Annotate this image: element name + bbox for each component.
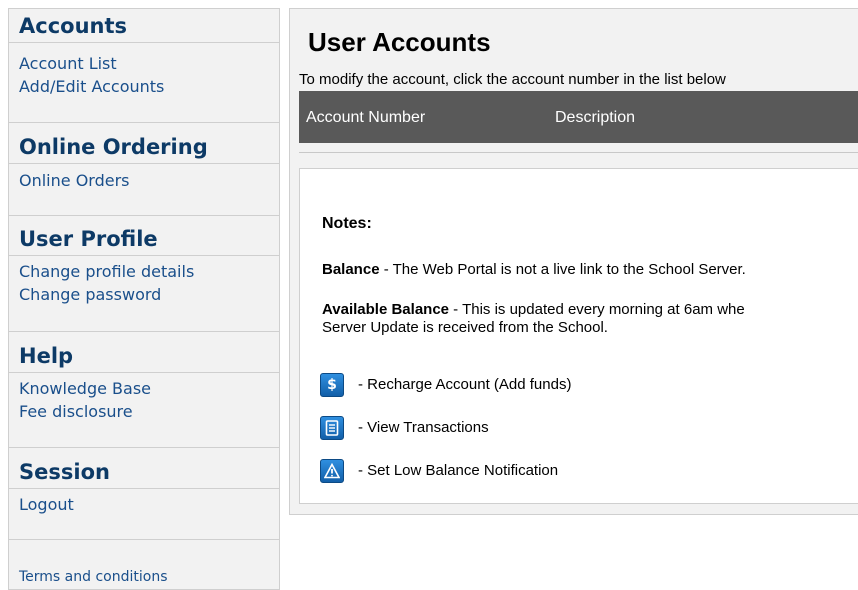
section-title-help: Help <box>9 339 279 373</box>
section-title-user-profile: User Profile <box>9 222 279 256</box>
table-separator <box>299 152 858 153</box>
available-balance-text: - This is updated every morning at 6am w… <box>449 301 745 318</box>
sidebar-link-knowledge-base[interactable]: Knowledge Base <box>19 377 151 400</box>
sidebar-link-change-profile-details[interactable]: Change profile details <box>19 260 194 283</box>
document-icon <box>320 416 344 440</box>
section-divider <box>9 215 279 216</box>
accounts-links: Account List Add/Edit Accounts <box>19 52 164 98</box>
sidebar-link-change-password[interactable]: Change password <box>19 283 194 306</box>
notes-panel: Notes: Balance - The Web Portal is not a… <box>299 168 858 504</box>
notes-heading: Notes: <box>322 215 372 232</box>
section-title-session: Session <box>9 455 279 489</box>
legend-label-transactions: - View Transactions <box>358 419 489 436</box>
sidebar-link-fee-disclosure[interactable]: Fee disclosure <box>19 400 151 423</box>
sidebar: Accounts Account List Add/Edit Accounts … <box>8 8 280 590</box>
warning-icon <box>320 459 344 483</box>
note-available-balance: Available Balance - This is updated ever… <box>322 301 858 337</box>
sidebar-link-logout[interactable]: Logout <box>19 493 74 516</box>
dollar-icon: $ <box>320 373 344 397</box>
accounts-table-header: Account Number Description <box>299 91 858 143</box>
terms-and-conditions-link[interactable]: Terms and conditions <box>19 569 168 585</box>
page-title: User Accounts <box>308 27 491 57</box>
available-balance-text-2: Server Update is received from the Schoo… <box>322 319 608 336</box>
section-title-online-ordering: Online Ordering <box>9 130 279 164</box>
section-divider <box>9 539 279 540</box>
sidebar-link-online-orders[interactable]: Online Orders <box>19 169 130 192</box>
section-divider <box>9 447 279 448</box>
balance-text: - The Web Portal is not a live link to t… <box>379 261 746 278</box>
legend-label-recharge: - Recharge Account (Add funds) <box>358 376 572 393</box>
ordering-links: Online Orders <box>19 169 130 192</box>
warning-glyph <box>324 463 340 479</box>
balance-label: Balance <box>322 261 380 278</box>
note-balance: Balance - The Web Portal is not a live l… <box>322 261 858 279</box>
sidebar-link-add-edit-accounts[interactable]: Add/Edit Accounts <box>19 75 164 98</box>
help-links: Knowledge Base Fee disclosure <box>19 377 151 423</box>
available-balance-label: Available Balance <box>322 301 450 318</box>
session-links: Logout <box>19 493 74 516</box>
profile-links: Change profile details Change password <box>19 260 194 306</box>
column-header-account-number[interactable]: Account Number <box>306 109 425 127</box>
column-header-description[interactable]: Description <box>555 109 635 127</box>
document-glyph <box>325 420 339 436</box>
instruction-text: To modify the account, click the account… <box>299 71 726 88</box>
main-panel: User Accounts To modify the account, cli… <box>289 8 858 515</box>
legend-label-low-balance: - Set Low Balance Notification <box>358 462 559 479</box>
section-title-accounts: Accounts <box>9 9 279 43</box>
section-divider <box>9 331 279 332</box>
section-divider <box>9 122 279 123</box>
sidebar-link-account-list[interactable]: Account List <box>19 52 164 75</box>
